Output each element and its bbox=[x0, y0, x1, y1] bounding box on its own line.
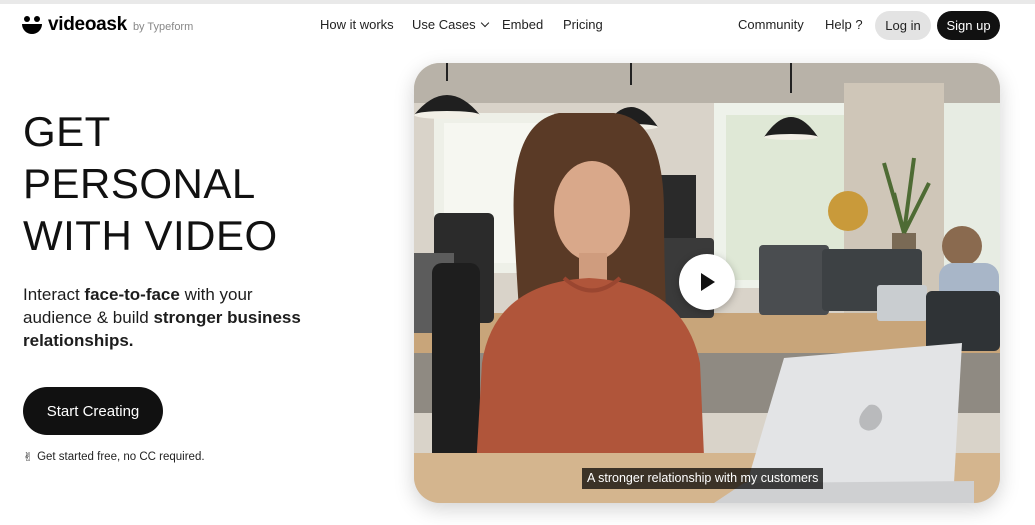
login-button[interactable]: Log in bbox=[875, 11, 931, 40]
start-creating-button[interactable]: Start Creating bbox=[23, 387, 163, 435]
free-note-text: Get started free, no CC required. bbox=[37, 451, 205, 463]
nav-use-cases-label: Use Cases bbox=[412, 17, 476, 32]
headline-line-2: PERSONAL bbox=[23, 160, 256, 207]
brand-byline: by Typeform bbox=[132, 21, 194, 33]
free-note: ✌ Get started free, no CC required. bbox=[23, 450, 205, 464]
hero-video[interactable]: A stronger relationship with my customer… bbox=[414, 63, 1000, 503]
nav-embed[interactable]: Embed bbox=[502, 17, 543, 32]
victory-hand-icon: ✌ bbox=[23, 450, 34, 464]
smile-logo-icon bbox=[22, 15, 42, 35]
nav-help[interactable]: Help ? bbox=[825, 17, 863, 32]
play-icon bbox=[701, 273, 715, 291]
video-caption: A stronger relationship with my customer… bbox=[582, 468, 824, 489]
headline-line-3: WITH VIDEO bbox=[23, 212, 278, 259]
nav-use-cases[interactable]: Use Cases bbox=[412, 17, 489, 32]
headline-line-1: GET bbox=[23, 108, 111, 155]
hero-subtitle: Interact face-to-face with your audience… bbox=[23, 283, 323, 352]
videoask-logo[interactable]: videoask by Typeform bbox=[22, 14, 193, 36]
chevron-down-icon bbox=[480, 18, 489, 28]
subtitle-bold-1: face-to-face bbox=[84, 285, 180, 304]
signup-button[interactable]: Sign up bbox=[937, 11, 1000, 40]
subtitle-part-1: Interact bbox=[23, 285, 85, 304]
nav-how-it-works[interactable]: How it works bbox=[320, 17, 394, 32]
nav-community[interactable]: Community bbox=[738, 17, 804, 32]
play-button[interactable] bbox=[679, 254, 735, 310]
brand-name: videoask bbox=[48, 14, 127, 35]
top-border bbox=[0, 0, 1035, 4]
hero-headline: GET PERSONAL WITH VIDEO bbox=[23, 106, 278, 262]
nav-pricing[interactable]: Pricing bbox=[563, 17, 603, 32]
